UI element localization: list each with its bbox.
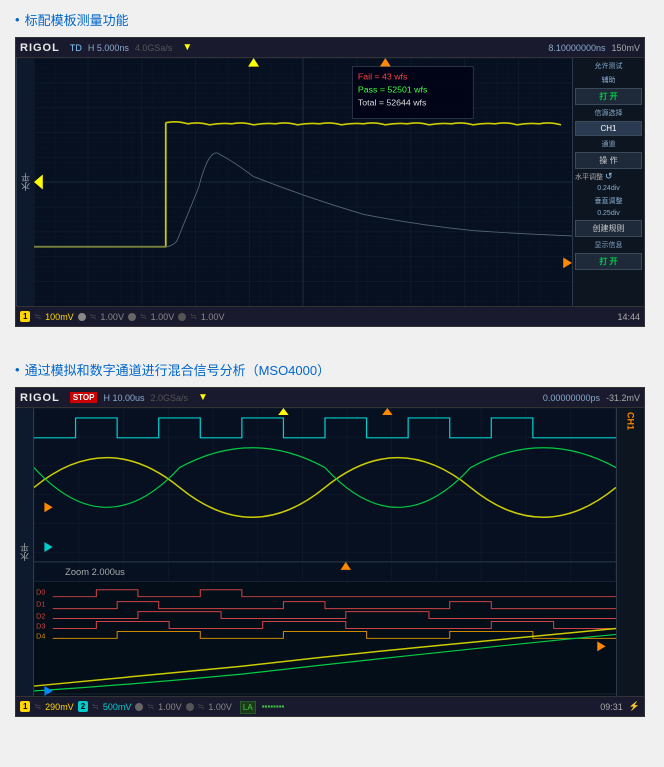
la-channel-indicators: ▪▪▪▪▪▪▪▪ — [262, 702, 285, 711]
scope1-trigger-time: 8.10000000ns — [548, 43, 605, 53]
scope2-right-panel: CH1 — [616, 408, 644, 696]
scope1-btn4-label: 水平调整 — [575, 172, 603, 182]
ch1-indicator: 1 — [20, 311, 30, 322]
scope2-footer: 1 ≒ 290mV 2 ≒ 500mV ≒ 1.00V ≒ 1.00V LA ▪… — [16, 696, 644, 716]
scope2-timestamp: 09:31 — [600, 702, 623, 712]
scope1-header: RIGOL TD H 5.000ns 4.0GSa/s ▼ 8.10000000… — [16, 38, 644, 58]
scope2-ch4-dot — [186, 703, 194, 711]
ch4-dot — [178, 313, 186, 321]
scope2-center: Zoom 2.000us D0 D1 D2 — [34, 408, 616, 696]
scope2-ch1-badge: CH1 — [626, 412, 636, 430]
scope1-sample-rate: 4.0GSa/s — [135, 43, 173, 53]
rigol-logo-2: RIGOL — [20, 392, 60, 404]
scope1-grid-svg: Fail = 43 wfs Pass = 52501 wfs Total = 5… — [34, 58, 572, 306]
scope2-left-panel: 水平 — [16, 408, 34, 696]
scope1-btn6[interactable]: 创建规则 — [575, 220, 642, 237]
svg-text:Pass = 52501 wfs: Pass = 52501 wfs — [358, 85, 428, 95]
svg-text:Fail = 43 wfs: Fail = 43 wfs — [358, 72, 408, 82]
scope2-ch3-dot — [135, 703, 143, 711]
scope1-mode: TD — [70, 43, 82, 53]
oscilloscope-2: RIGOL STOP H 10.00us 2.0GSa/s ▼ 0.000000… — [15, 387, 645, 717]
scope1-grid: Fail = 43 wfs Pass = 52501 wfs Total = 5… — [34, 58, 572, 306]
scope1-display: RIGOL TD H 5.000ns 4.0GSa/s ▼ 8.10000000… — [15, 37, 645, 327]
scope2-trigger-time: 0.00000000ps — [543, 393, 600, 403]
scope1-btn7-label: 显示信息 — [575, 239, 642, 251]
svg-text:Total = 52644 wfs: Total = 52644 wfs — [358, 98, 427, 108]
scope1-h-adjust: 0.24div — [575, 184, 642, 193]
section2-link-text: 通过模拟和数字通道进行混合信号分析（MSO4000） — [25, 360, 331, 379]
scope2-ch3-volt: 1.00V — [158, 702, 182, 712]
usb-icon: ⚡ — [629, 701, 640, 712]
rotate-icon: ↺ — [605, 171, 613, 182]
scope2-ch2-volt: 500mV — [103, 702, 132, 712]
trigger-arrow-1: ▼ — [182, 42, 192, 53]
scope1-main: 水平 — [16, 58, 644, 306]
scope1-right-panel: 允许测试 辅助 打 开 信源选择 CH1 通道 操 作 水平调整 ↺ 0.24d… — [572, 58, 644, 306]
ch2-dot — [78, 313, 86, 321]
scope1-btn7[interactable]: 打 开 — [575, 253, 642, 270]
scope2-waveform-svg: Zoom 2.000us D0 D1 D2 — [34, 408, 616, 696]
scope2-volt: -31.2mV — [606, 393, 640, 403]
svg-text:Zoom 2.000us: Zoom 2.000us — [65, 567, 125, 577]
scope2-display: RIGOL STOP H 10.00us 2.0GSa/s ▼ 0.000000… — [15, 387, 645, 717]
la-badge: LA — [240, 702, 256, 712]
scope1-btn2[interactable]: CH1 — [575, 121, 642, 136]
rigol-logo-1: RIGOL — [20, 42, 60, 54]
ch3-dot — [128, 313, 136, 321]
scope2-ch1-indicator: 1 — [20, 701, 30, 712]
section2-link[interactable]: 通过模拟和数字通道进行混合信号分析（MSO4000） — [15, 360, 330, 379]
scope1-btn1[interactable]: 打 开 — [575, 88, 642, 105]
oscilloscope-1: RIGOL TD H 5.000ns 4.0GSa/s ▼ 8.10000000… — [15, 37, 645, 327]
scope2-timebase: H 10.00us — [103, 393, 144, 403]
scope2-header: RIGOL STOP H 10.00us 2.0GSa/s ▼ 0.000000… — [16, 388, 644, 408]
ch3-volt: 1.00V — [151, 312, 175, 322]
svg-text:D2: D2 — [36, 613, 45, 621]
scope1-timestamp: 14:44 — [617, 312, 640, 322]
scope2-left-top: 水平 — [16, 408, 33, 696]
scope1-btn2-label: 信源选择 — [575, 107, 642, 119]
scope1-timebase: H 5.000ns — [88, 43, 129, 53]
scope1-btn1-sub: 辅助 — [575, 74, 642, 86]
section1-link[interactable]: 标配模板测量功能 — [15, 10, 129, 29]
scope1-btn1-label: 允许测试 — [575, 60, 642, 72]
section1-link-text: 标配模板测量功能 — [25, 10, 129, 29]
ch2-volt: 1.00V — [100, 312, 124, 322]
scope2-sample: 2.0GSa/s — [151, 393, 189, 403]
scope1-btn3-label: 通道 — [575, 138, 642, 150]
scope1-footer: 1 ≒ 100mV ≒ 1.00V ≒ 1.00V ≒ 1.00V 14:44 — [16, 306, 644, 326]
scope2-body: 水平 — [16, 408, 644, 696]
svg-text:D1: D1 — [36, 601, 45, 609]
scope2-ch4-volt: 1.00V — [208, 702, 232, 712]
scope1-btn3[interactable]: 操 作 — [575, 152, 642, 169]
svg-text:D3: D3 — [36, 623, 45, 631]
scope2-ch1-volt: 290mV — [45, 702, 74, 712]
ch4-volt: 1.00V — [201, 312, 225, 322]
scope1-left-label: 水平 — [16, 58, 34, 306]
scope1-volt-scale: 150mV — [611, 43, 640, 53]
svg-text:D4: D4 — [36, 633, 45, 641]
scope2-status: STOP — [70, 392, 98, 403]
scope1-v-adjust: 0.25div — [575, 209, 642, 218]
svg-text:D0: D0 — [36, 589, 45, 597]
scope2-left-label: 水平 — [18, 543, 31, 561]
scope2-ch2-indicator: 2 — [78, 701, 88, 712]
scope1-btn5-label: 垂直调整 — [575, 195, 642, 207]
trigger-arrow-2: ▼ — [198, 392, 208, 403]
ch1-volt: 100mV — [45, 312, 74, 322]
